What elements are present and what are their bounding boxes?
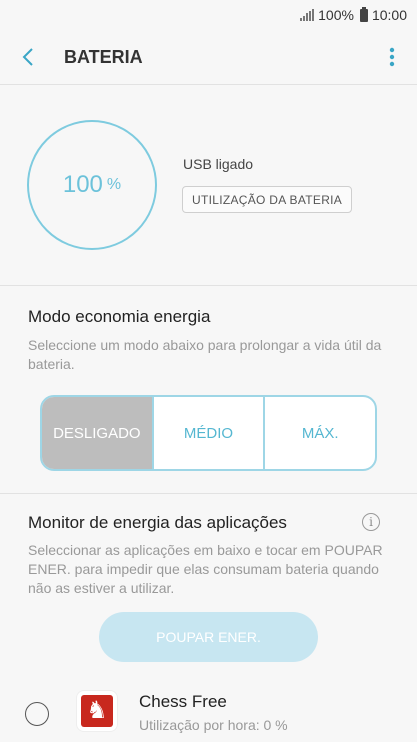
- power-mode-selector: DESLIGADO MÉDIO MÁX.: [40, 395, 377, 471]
- app-power-monitor-title: Monitor de energia das aplicações: [28, 513, 287, 532]
- battery-level-value: 100: [62, 171, 103, 198]
- status-battery-percent: 100%: [318, 7, 354, 23]
- mode-max-button[interactable]: MÁX.: [265, 397, 375, 469]
- power-saving-description: Seleccione um modo abaixo para prolongar…: [28, 337, 382, 372]
- list-item[interactable]: ♞ Chess Free Utilização por hora: 0 %: [0, 682, 417, 742]
- app-select-radio[interactable]: [25, 702, 49, 726]
- app-name: Chess Free: [139, 692, 227, 711]
- info-icon[interactable]: i: [362, 513, 380, 531]
- divider: [0, 493, 417, 494]
- mode-off-button[interactable]: DESLIGADO: [42, 397, 154, 469]
- charging-status: USB ligado: [183, 156, 254, 172]
- status-bar: 100% 10:00: [0, 0, 417, 30]
- page-title: BATERIA: [64, 46, 143, 67]
- more-options-button[interactable]: [367, 30, 417, 84]
- power-saving-title: Modo economia energia: [28, 307, 211, 326]
- save-power-button[interactable]: POUPAR ENER.: [99, 612, 318, 662]
- more-vert-icon: [389, 47, 395, 67]
- app-power-monitor-description: Seleccionar as aplicações em baixo e toc…: [28, 542, 383, 596]
- mode-medium-button[interactable]: MÉDIO: [154, 397, 266, 469]
- signal-icon: [300, 9, 315, 21]
- chess-app-icon: ♞: [76, 690, 118, 732]
- app-bar: BATERIA: [0, 30, 417, 84]
- battery-usage-button[interactable]: UTILIZAÇÃO DA BATERIA: [182, 186, 353, 213]
- battery-level-unit: %: [106, 176, 122, 193]
- app-usage: Utilização por hora: 0 %: [139, 717, 288, 733]
- battery-icon: [359, 6, 368, 22]
- battery-level-gauge: 100 %: [27, 120, 157, 250]
- back-button[interactable]: [0, 30, 56, 84]
- status-time: 10:00: [371, 7, 407, 23]
- divider: [0, 285, 417, 286]
- back-arrow-icon: [22, 48, 33, 66]
- chess-knight-icon: ♞: [81, 695, 113, 727]
- divider: [0, 84, 417, 85]
